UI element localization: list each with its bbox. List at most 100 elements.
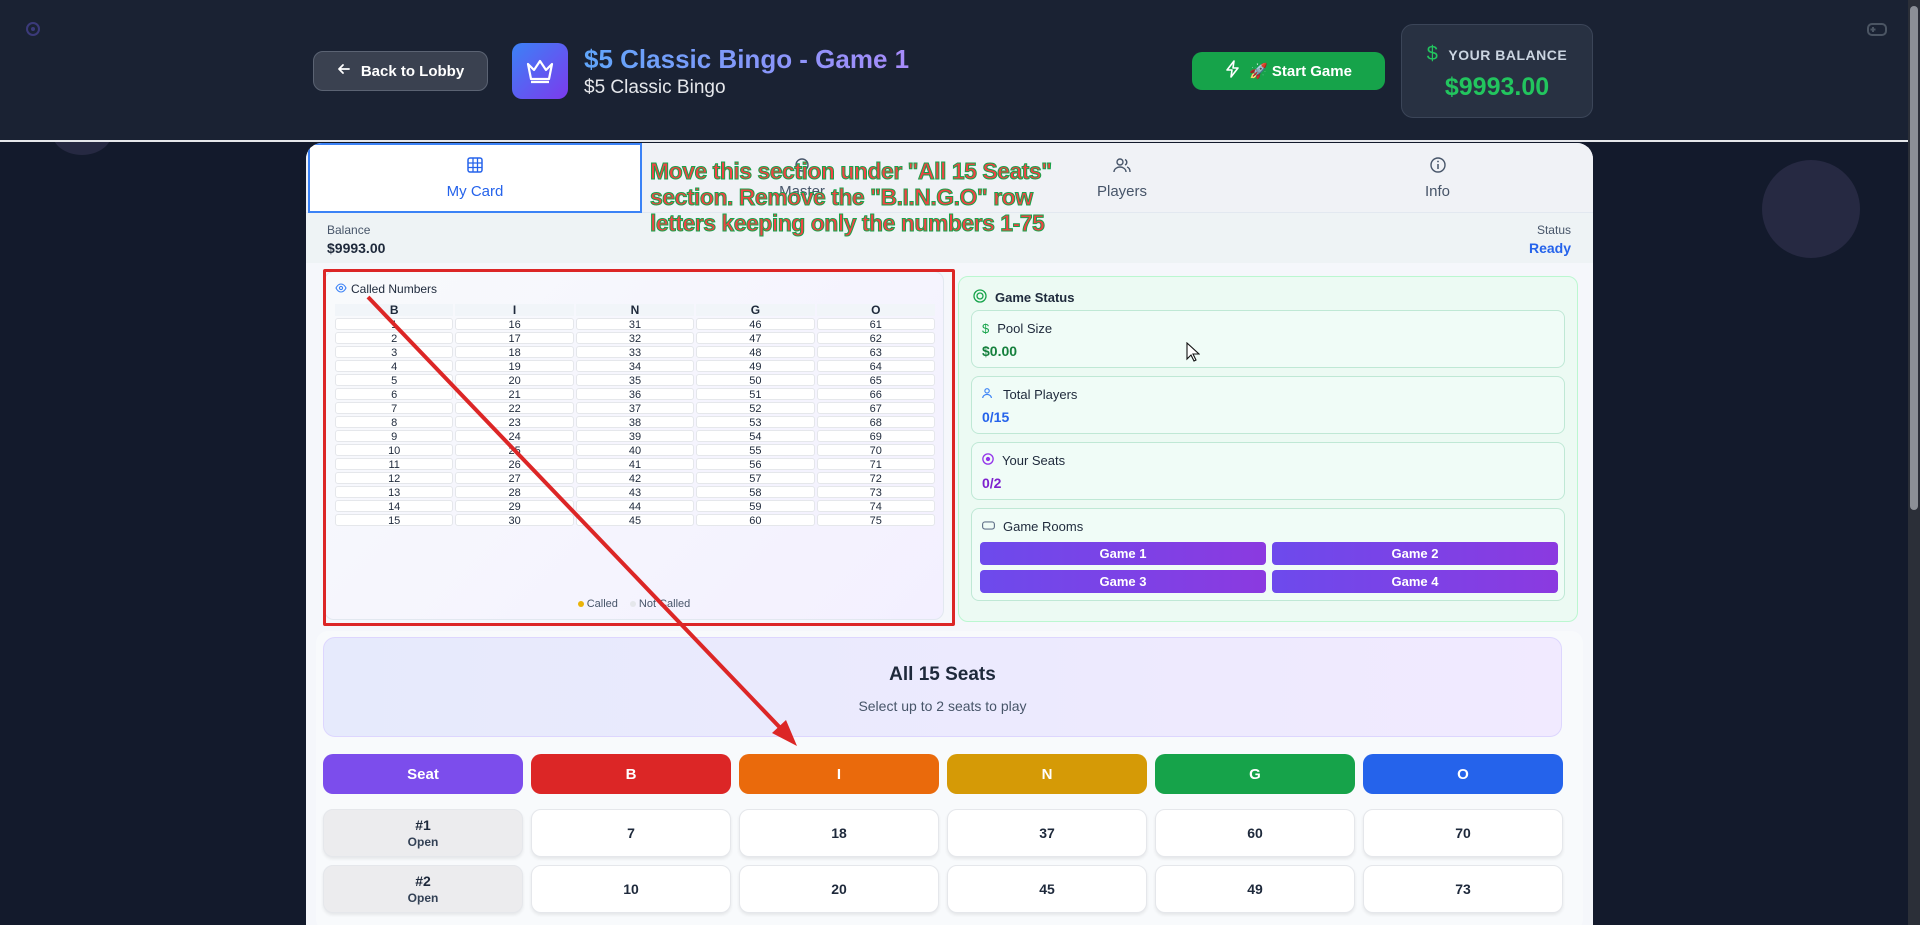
called-number-cell: 26 bbox=[455, 458, 574, 471]
called-number-cell: 32 bbox=[575, 332, 695, 345]
room-game-4-button[interactable]: Game 4 bbox=[1272, 570, 1558, 593]
called-number-cell: 46 bbox=[696, 318, 815, 331]
seat-column-header: B bbox=[531, 754, 731, 794]
seat-number: #2 bbox=[415, 873, 431, 889]
called-number-cell: 13 bbox=[335, 486, 454, 499]
column-header: N bbox=[575, 304, 695, 316]
column-header: B bbox=[335, 304, 454, 316]
seats-section: All 15 Seats Select up to 2 seats to pla… bbox=[316, 631, 1583, 925]
called-numbers-panel: Called Numbers B I N G O 1 16 31 46 61 2 17 32 47 62 3 1… bbox=[324, 271, 944, 620]
seat-number-cell[interactable]: 45 bbox=[947, 865, 1147, 913]
seat-number-cell[interactable]: 49 bbox=[1155, 865, 1355, 913]
target-icon bbox=[982, 453, 994, 468]
called-number-cell: 48 bbox=[696, 346, 815, 359]
seat-number-cell[interactable]: 73 bbox=[1363, 865, 1563, 913]
called-number-cell: 25 bbox=[455, 444, 574, 457]
users-icon bbox=[982, 387, 995, 402]
called-number-cell: 58 bbox=[696, 486, 815, 499]
called-number-cell: 65 bbox=[816, 374, 935, 387]
seat-number-cell[interactable]: 7 bbox=[531, 809, 731, 857]
called-number-cell: 37 bbox=[575, 402, 695, 415]
seat-number-cell[interactable]: 20 bbox=[739, 865, 939, 913]
grid-icon bbox=[467, 156, 483, 177]
called-number-cell: 6 bbox=[335, 388, 454, 401]
scrollbar[interactable] bbox=[1908, 0, 1920, 925]
called-number-cell: 42 bbox=[575, 472, 695, 485]
info-icon bbox=[1429, 156, 1446, 177]
annotation-text: Move this section under "All 15 Seats" s… bbox=[650, 158, 1053, 237]
called-number-cell: 61 bbox=[816, 318, 935, 331]
called-number-cell: 67 bbox=[816, 402, 935, 415]
background-blob bbox=[1762, 160, 1860, 258]
called-number-cell: 64 bbox=[816, 360, 935, 373]
seat-number-cell[interactable]: 60 bbox=[1155, 809, 1355, 857]
called-number-cell: 63 bbox=[816, 346, 935, 359]
scrollbar-thumb[interactable] bbox=[1910, 6, 1918, 510]
top-bar: Back to Lobby $5 Classic Bingo - Game 1 … bbox=[0, 0, 1908, 142]
room-game-2-button[interactable]: Game 2 bbox=[1272, 542, 1558, 565]
called-number-cell: 41 bbox=[575, 458, 695, 471]
called-number-cell: 17 bbox=[455, 332, 574, 345]
called-number-cell: 47 bbox=[696, 332, 815, 345]
called-number-cell: 71 bbox=[816, 458, 935, 471]
seat-label-cell[interactable]: #1 Open bbox=[323, 809, 523, 857]
game-rooms-label: Game Rooms bbox=[1003, 519, 1084, 534]
called-number-cell: 35 bbox=[575, 374, 695, 387]
called-number-cell: 36 bbox=[575, 388, 695, 401]
game-subtitle: $5 Classic Bingo bbox=[584, 77, 726, 98]
called-number-cell: 12 bbox=[335, 472, 454, 485]
balance-label: YOUR BALANCE bbox=[1448, 46, 1568, 63]
back-to-lobby-label: Back to Lobby bbox=[360, 62, 465, 80]
column-header: G bbox=[696, 304, 815, 316]
column-header: O bbox=[816, 304, 935, 316]
called-number-cell: 30 bbox=[455, 514, 574, 527]
called-number-cell: 10 bbox=[335, 444, 454, 457]
seat-number-cell[interactable]: 70 bbox=[1363, 809, 1563, 857]
seat-status: Open bbox=[407, 835, 439, 849]
seat-number-cell[interactable]: 10 bbox=[531, 865, 731, 913]
called-number-cell: 62 bbox=[816, 332, 935, 345]
room-game-1-button[interactable]: Game 1 bbox=[980, 542, 1266, 565]
seat-column-header: G bbox=[1155, 754, 1355, 794]
called-number-cell: 3 bbox=[335, 346, 454, 359]
called-number-cell: 23 bbox=[455, 416, 574, 429]
tab-info[interactable]: Info bbox=[1282, 143, 1593, 213]
called-number-cell: 45 bbox=[575, 514, 695, 527]
called-number-cell: 24 bbox=[455, 430, 574, 443]
legend-called: Called bbox=[586, 598, 618, 610]
seat-number-cell[interactable]: 37 bbox=[947, 809, 1147, 857]
called-number-cell: 18 bbox=[455, 346, 574, 359]
target-icon bbox=[973, 289, 987, 306]
called-number-cell: 2 bbox=[335, 332, 454, 345]
your-seats-card: Your Seats 0/2 bbox=[971, 442, 1565, 500]
called-number-cell: 56 bbox=[696, 458, 815, 471]
legend: Called Not Called bbox=[325, 598, 943, 610]
seat-label-cell[interactable]: #2 Open bbox=[323, 865, 523, 913]
called-number-cell: 29 bbox=[455, 500, 574, 513]
called-number-cell: 39 bbox=[575, 430, 695, 443]
your-seats-value: 0/2 bbox=[982, 475, 1002, 491]
seats-subtitle: Select up to 2 seats to play bbox=[858, 698, 1027, 714]
game-rooms-card: Game Rooms Game 1 Game 2 Game 3 Game 4 bbox=[971, 508, 1565, 601]
called-numbers-grid: B I N G O 1 16 31 46 61 2 17 32 47 62 3 18 33 48 63 4 19 34 49 6… bbox=[335, 304, 935, 527]
called-number-cell: 53 bbox=[696, 416, 815, 429]
called-number-cell: 20 bbox=[455, 374, 574, 387]
total-players-card: Total Players 0/15 bbox=[971, 376, 1565, 434]
called-number-cell: 59 bbox=[696, 500, 815, 513]
start-game-button[interactable]: 🚀 Start Game bbox=[1192, 52, 1385, 90]
called-number-cell: 60 bbox=[696, 514, 815, 527]
seats-title: All 15 Seats bbox=[889, 664, 996, 685]
users-icon bbox=[1113, 157, 1131, 177]
called-number-cell: 54 bbox=[696, 430, 815, 443]
balance-value: $9993.00 bbox=[1444, 73, 1550, 101]
lightning-icon bbox=[1225, 60, 1241, 82]
seat-column-header: Seat bbox=[323, 754, 523, 794]
back-to-lobby-button[interactable]: Back to Lobby bbox=[313, 51, 488, 91]
balance-label: Balance bbox=[327, 223, 371, 237]
not-called-dot bbox=[629, 601, 636, 608]
seat-number-cell[interactable]: 18 bbox=[739, 809, 939, 857]
room-game-3-button[interactable]: Game 3 bbox=[980, 570, 1266, 593]
called-number-cell: 40 bbox=[575, 444, 695, 457]
called-number-cell: 49 bbox=[696, 360, 815, 373]
tab-my-card[interactable]: My Card bbox=[308, 143, 642, 213]
